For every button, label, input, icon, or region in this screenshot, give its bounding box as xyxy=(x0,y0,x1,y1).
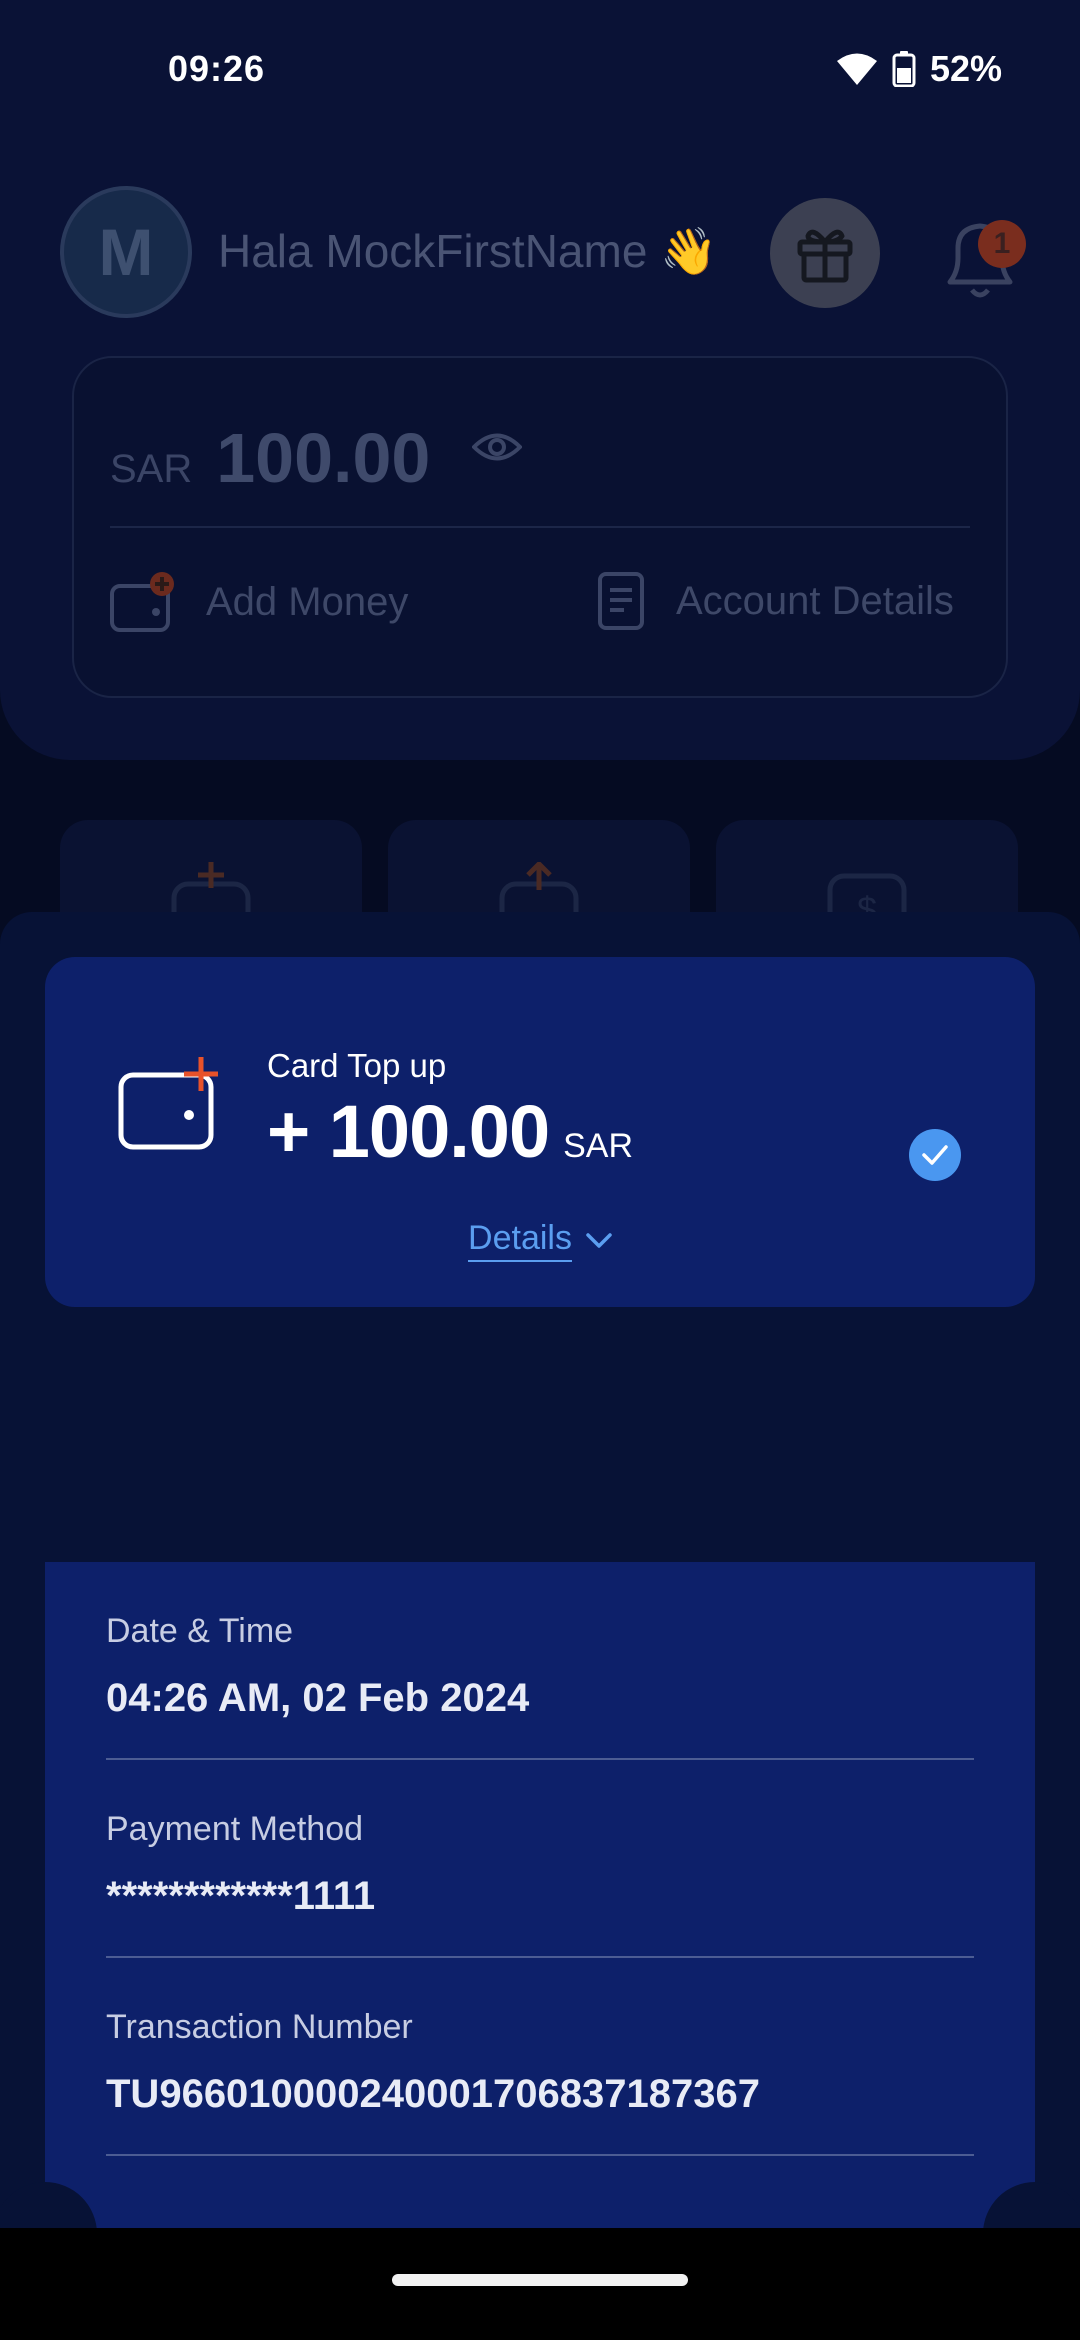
notifications-button[interactable]: 1 xyxy=(930,206,1030,306)
balance-card: SAR 100.00 Add Money Account Details xyxy=(72,356,1008,698)
eye-icon[interactable] xyxy=(471,430,523,469)
chevron-down-icon xyxy=(586,1232,612,1248)
detail-value: ************1111 xyxy=(106,1874,376,1918)
details-toggle[interactable]: Details xyxy=(45,1219,1035,1262)
detail-transaction-number: Transaction Number TU9660100002400017068… xyxy=(106,1958,974,2156)
wallet-add-icon xyxy=(117,1055,223,1156)
transaction-amount-row: + 100.00 SAR xyxy=(267,1089,633,1174)
detail-payment-method: Payment Method ************1111 xyxy=(106,1760,974,1958)
check-icon xyxy=(909,1129,961,1181)
transaction-summary-card: Card Top up + 100.00 SAR Details xyxy=(45,957,1035,1307)
account-details-label: Account Details xyxy=(676,578,954,623)
detail-label: Date & Time xyxy=(106,1612,294,1650)
avatar[interactable]: M xyxy=(60,186,192,318)
greeting-text: Hala MockFirstName 👋 xyxy=(218,225,718,277)
balance-currency: SAR xyxy=(110,447,193,491)
account-details-button[interactable]: Account Details xyxy=(596,572,954,630)
transaction-currency: SAR xyxy=(563,1127,634,1165)
transaction-details-panel: Date & Time 04:26 AM, 02 Feb 2024 Paymen… xyxy=(45,1562,1035,2228)
transaction-sheet: Card Top up + 100.00 SAR Details Date & … xyxy=(0,912,1080,2228)
status-indicators: 52% xyxy=(836,48,1002,90)
detail-label: Transaction Number xyxy=(106,2008,413,2046)
detail-value: 04:26 AM, 02 Feb 2024 xyxy=(106,1676,530,1720)
detail-label: Payment Method xyxy=(106,1810,364,1848)
add-money-label: Add Money xyxy=(206,579,409,624)
detail-date-time: Date & Time 04:26 AM, 02 Feb 2024 xyxy=(106,1562,974,1760)
gift-button[interactable] xyxy=(770,198,880,308)
transaction-type: Card Top up xyxy=(267,1047,447,1084)
transaction-amount: + 100.00 xyxy=(267,1090,550,1173)
status-time: 09:26 xyxy=(168,48,266,89)
divider xyxy=(106,2154,974,2156)
add-money-button[interactable]: Add Money xyxy=(110,572,408,632)
balance-amount: 100.00 xyxy=(216,419,431,497)
notification-badge: 1 xyxy=(978,220,1026,268)
system-nav-bar xyxy=(0,2228,1080,2340)
home-indicator[interactable] xyxy=(392,2274,688,2286)
wallet-add-icon xyxy=(110,572,174,632)
document-icon xyxy=(598,572,644,630)
greeting-row: M Hala MockFirstName 👋 1 xyxy=(60,186,1026,318)
battery-icon xyxy=(892,51,916,87)
detail-value: TU966010000240001706837187367 xyxy=(106,2072,760,2116)
battery-percent: 52% xyxy=(929,48,1002,89)
gift-icon xyxy=(797,229,853,283)
balance-divider xyxy=(110,526,970,528)
details-label: Details xyxy=(468,1219,572,1262)
wifi-icon xyxy=(836,52,878,86)
balance-row: SAR 100.00 xyxy=(110,418,430,498)
status-bar: 09:26 52% xyxy=(0,0,1080,140)
